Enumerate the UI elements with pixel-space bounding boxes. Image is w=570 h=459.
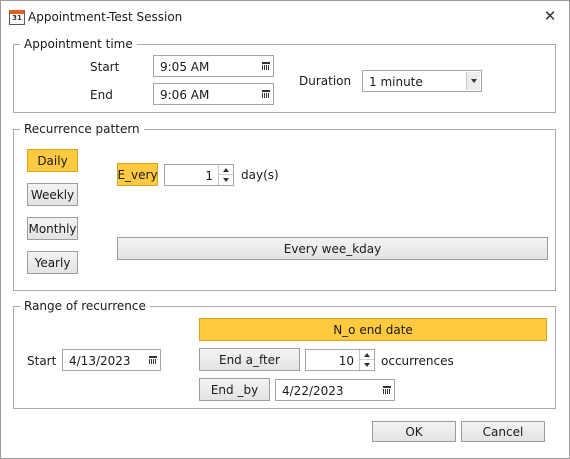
calendar-icon (148, 356, 157, 364)
duration-label: Duration (299, 74, 352, 88)
end-time-picker-button[interactable] (258, 84, 273, 104)
end-by-button[interactable]: End _by (199, 378, 270, 401)
every-button[interactable]: E_very (117, 163, 158, 186)
calendar-icon (382, 386, 391, 394)
chevron-up-icon (223, 167, 229, 172)
range-start-date-field[interactable]: 4/13/2023 (62, 349, 161, 371)
range-of-recurrence-group: Range of recurrence Start 4/13/2023 N_o … (13, 298, 556, 409)
appointment-time-legend: Appointment time (20, 36, 137, 52)
start-time-field[interactable]: 9:05 AM (153, 55, 274, 77)
chevron-down-icon (470, 79, 477, 83)
start-time-picker-button[interactable] (258, 56, 273, 76)
every-weekday-button[interactable]: Every wee_kday (117, 237, 548, 260)
end-by-date-value: 4/22/2023 (282, 384, 344, 398)
decrement-button[interactable] (360, 360, 374, 370)
every-interval-spinner (218, 165, 233, 185)
calendar-app-icon: 31 (9, 10, 25, 25)
chevron-down-icon (223, 178, 229, 182)
range-start-label: Start (27, 354, 57, 368)
appointment-time-group: Appointment time Start 9:05 AM End 9:06 … (13, 36, 556, 113)
recurrence-pattern-legend: Recurrence pattern (20, 121, 144, 137)
end-time-value: 9:06 AM (160, 88, 210, 102)
cancel-button[interactable]: Cancel (461, 421, 545, 442)
every-interval-value: 1 (205, 169, 213, 183)
every-interval-stepper[interactable]: 1 (164, 164, 234, 186)
end-by-picker-button[interactable] (379, 380, 394, 400)
end-time-field[interactable]: 9:06 AM (153, 83, 274, 105)
close-icon[interactable]: ✕ (542, 7, 558, 25)
title-bar: 31 Appointment-Test Session ✕ (1, 1, 569, 31)
increment-button[interactable] (360, 350, 374, 360)
decrement-button[interactable] (219, 175, 233, 185)
chevron-up-icon (364, 352, 370, 357)
range-start-picker-button[interactable] (145, 350, 160, 370)
appointment-dialog: 31 Appointment-Test Session ✕ Appointmen… (0, 0, 570, 459)
window-title: Appointment-Test Session (28, 10, 183, 24)
occurrences-stepper[interactable]: 10 (305, 349, 375, 371)
occurrences-value: 10 (338, 354, 354, 368)
no-end-date-button[interactable]: N_o end date (199, 318, 547, 341)
daily-button[interactable]: Daily (27, 149, 78, 172)
duration-select[interactable]: 1 minute (362, 70, 482, 92)
ok-button[interactable]: OK (372, 421, 456, 442)
weekly-button[interactable]: Weekly (27, 183, 78, 206)
range-of-recurrence-legend: Range of recurrence (20, 298, 150, 314)
end-by-date-field[interactable]: 4/22/2023 (275, 379, 395, 401)
calendar-icon (261, 62, 270, 70)
duration-dropdown-button[interactable] (466, 72, 480, 90)
occurrences-spinner (359, 350, 374, 370)
yearly-button[interactable]: Yearly (27, 251, 78, 274)
monthly-button[interactable]: Monthly (27, 217, 78, 240)
start-time-value: 9:05 AM (160, 60, 210, 74)
recurrence-pattern-group: Recurrence pattern Daily Weekly Monthly … (13, 121, 556, 291)
increment-button[interactable] (219, 165, 233, 175)
range-start-date-value: 4/13/2023 (69, 354, 131, 368)
duration-value: 1 minute (369, 75, 423, 89)
occurrences-label: occurrences (381, 354, 454, 368)
calendar-icon (261, 90, 270, 98)
end-after-button[interactable]: End a_fter (199, 348, 300, 371)
start-time-label: Start (90, 60, 120, 74)
every-unit-label: day(s) (241, 168, 279, 182)
end-time-label: End (90, 88, 113, 102)
chevron-down-icon (364, 363, 370, 367)
